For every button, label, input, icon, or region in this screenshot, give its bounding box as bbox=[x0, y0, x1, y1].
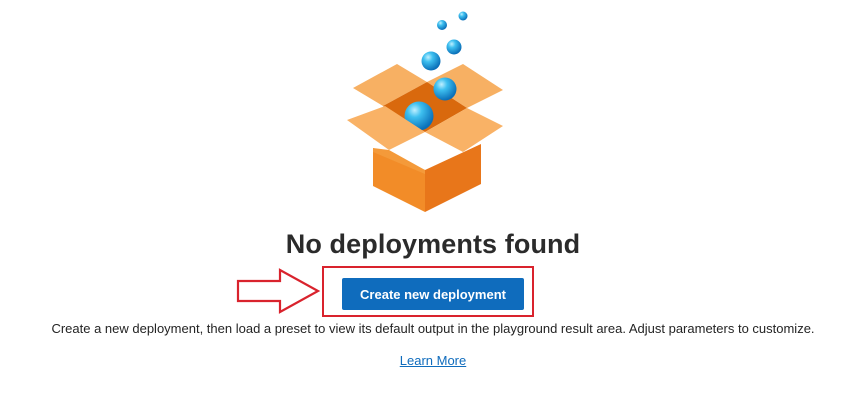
open-box-with-bubbles-icon bbox=[347, 11, 503, 212]
empty-state-description: Create a new deployment, then load a pre… bbox=[51, 321, 815, 336]
create-new-deployment-button[interactable]: Create new deployment bbox=[342, 278, 524, 310]
empty-state-panel: No deployments found Create new deployme… bbox=[0, 0, 866, 412]
learn-more-link[interactable]: Learn More bbox=[400, 353, 466, 368]
empty-state-title: No deployments found bbox=[285, 229, 581, 259]
right-arrow-icon bbox=[236, 268, 321, 314]
learn-more-container: Learn More bbox=[0, 352, 866, 370]
